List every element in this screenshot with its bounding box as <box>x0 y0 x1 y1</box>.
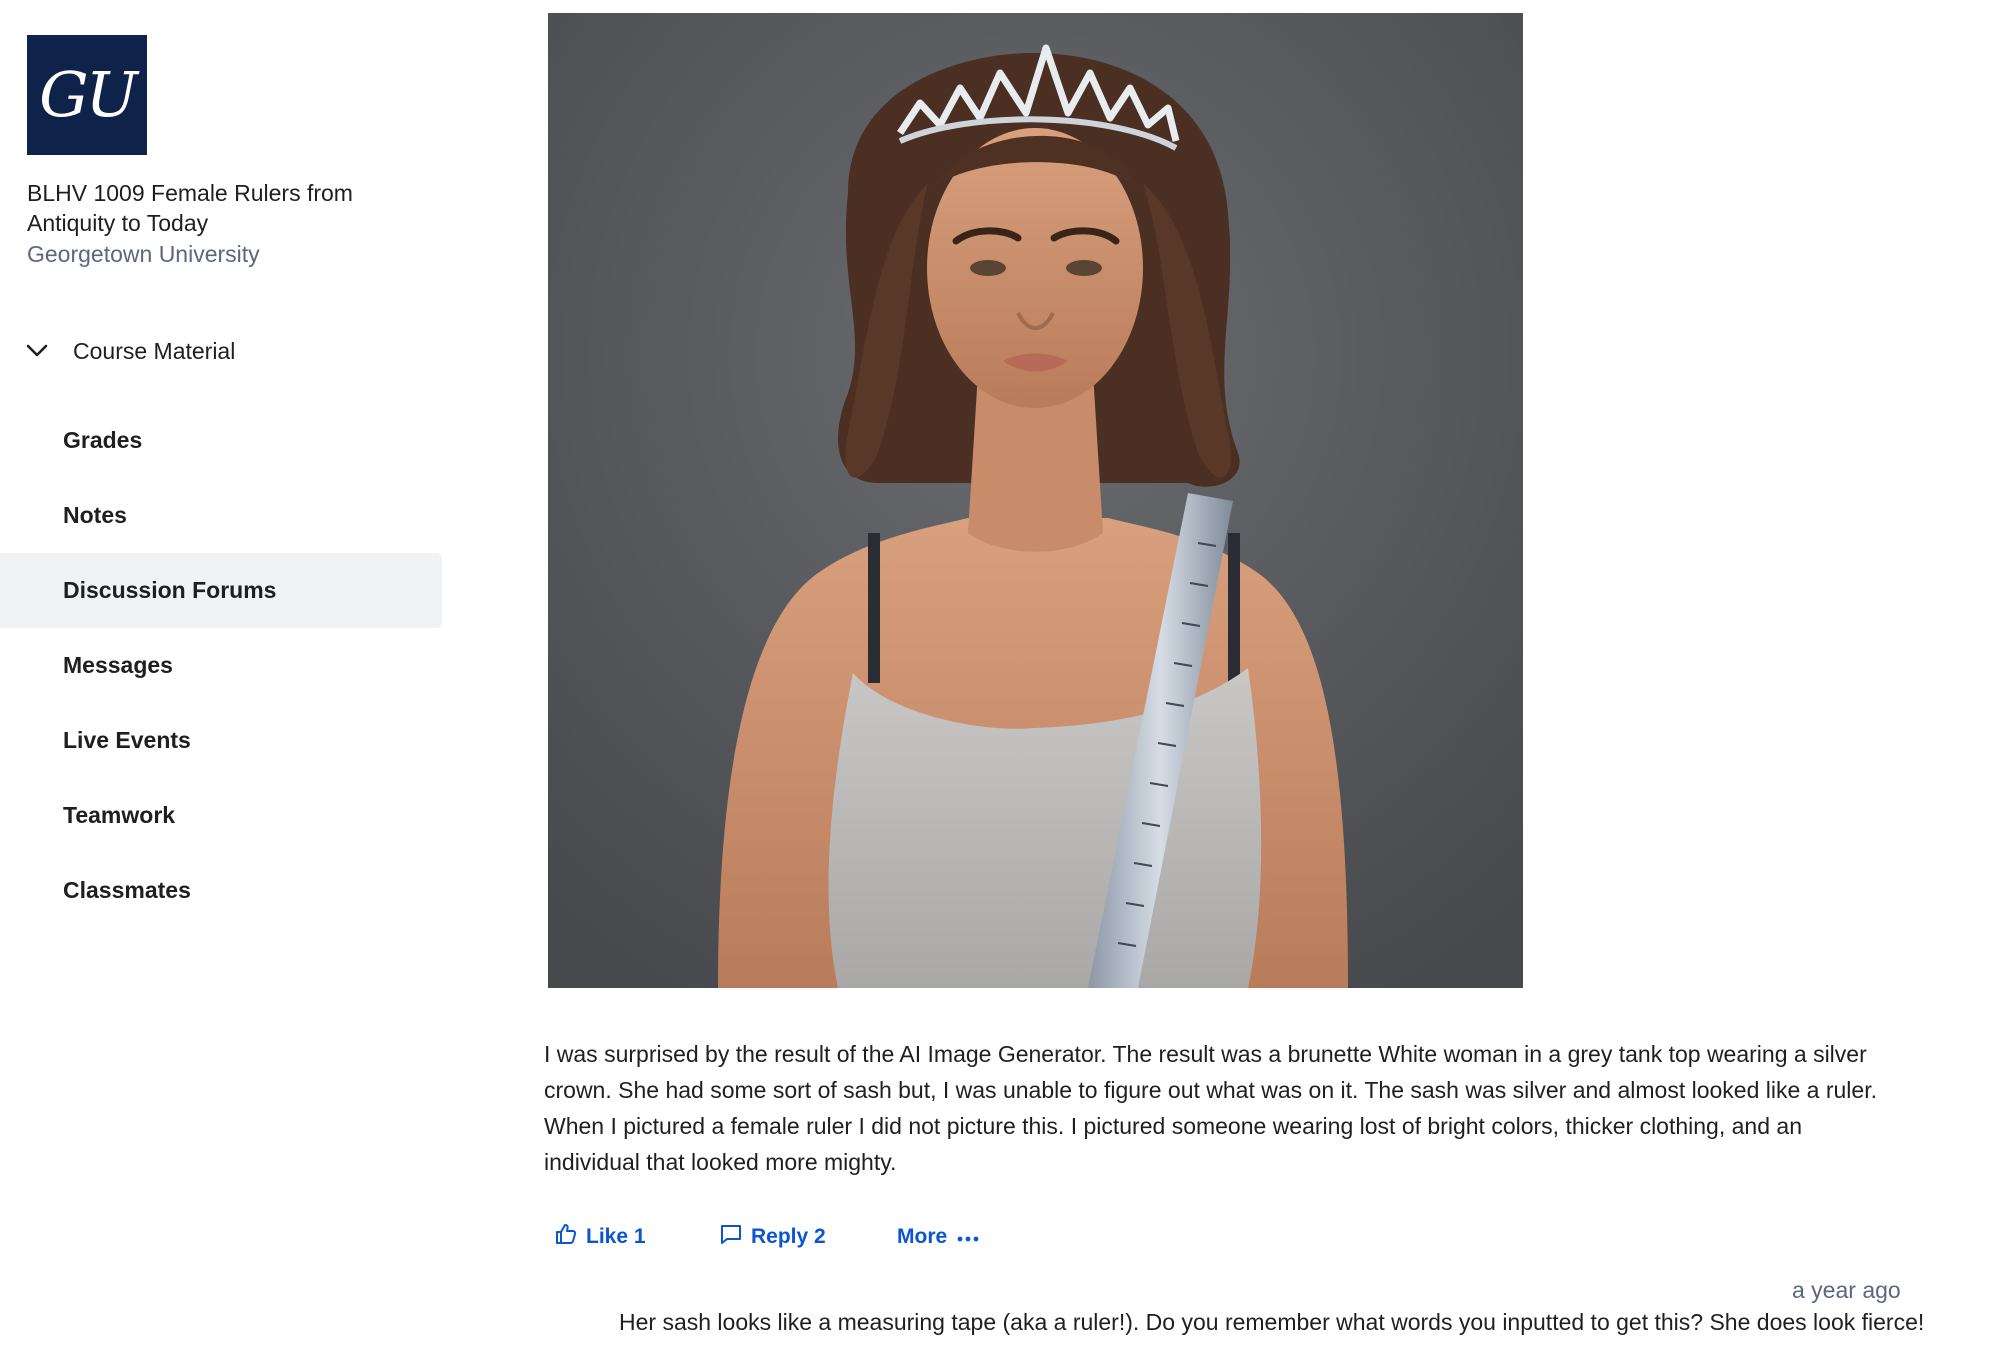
ellipsis-icon <box>947 1225 979 1249</box>
sidebar-item-label: Discussion Forums <box>63 577 277 603</box>
comment-icon <box>719 1222 751 1252</box>
more-label: More <box>897 1225 948 1248</box>
like-button[interactable]: Like 1 <box>554 1222 719 1252</box>
university-name: Georgetown University <box>27 241 260 267</box>
chevron-down-icon <box>22 336 52 366</box>
reply-timestamp: a year ago <box>1792 1277 1901 1303</box>
course-title: BLHV 1009 Female Rulers from Antiquity t… <box>27 180 353 236</box>
more-button[interactable]: More <box>897 1225 979 1249</box>
sidebar-item-grades[interactable]: Grades <box>0 403 442 478</box>
sidebar-item-teamwork[interactable]: Teamwork <box>0 778 442 853</box>
sidebar-item-label: Grades <box>63 427 143 453</box>
sidebar-item-classmates[interactable]: Classmates <box>0 853 442 928</box>
like-label: Like 1 <box>586 1225 646 1248</box>
sidebar-item-discussion-forums[interactable]: Discussion Forums <box>0 553 442 628</box>
course-material-label: Course Material <box>73 337 236 364</box>
post-image[interactable] <box>548 13 1523 988</box>
portrait-illustration <box>548 13 1523 988</box>
reply-button[interactable]: Reply 2 <box>719 1222 897 1252</box>
sidebar-item-messages[interactable]: Messages <box>0 628 442 703</box>
course-nav: Grades Notes Discussion Forums Messages … <box>0 403 442 928</box>
logo-text: GU <box>39 58 138 131</box>
sidebar-item-label: Live Events <box>63 727 191 753</box>
sidebar-item-live-events[interactable]: Live Events <box>0 703 442 778</box>
sidebar-item-label: Messages <box>63 652 173 678</box>
sidebar: GU BLHV 1009 Female Rulers from Antiquit… <box>0 0 442 1355</box>
sidebar-item-label: Notes <box>63 502 127 528</box>
post-actions: Like 1 Reply 2 More <box>554 1222 979 1252</box>
reply-label: Reply 2 <box>751 1225 826 1248</box>
university-logo[interactable]: GU <box>27 35 147 155</box>
sidebar-item-label: Classmates <box>63 877 191 903</box>
sidebar-item-notes[interactable]: Notes <box>0 478 442 553</box>
sidebar-item-label: Teamwork <box>63 802 176 828</box>
reply-body: Her sash looks like a measuring tape (ak… <box>619 1309 1925 1335</box>
course-material-toggle[interactable]: Course Material <box>22 336 235 366</box>
post-body: I was surprised by the result of the AI … <box>544 1041 1877 1175</box>
thumbs-up-icon <box>554 1222 586 1252</box>
